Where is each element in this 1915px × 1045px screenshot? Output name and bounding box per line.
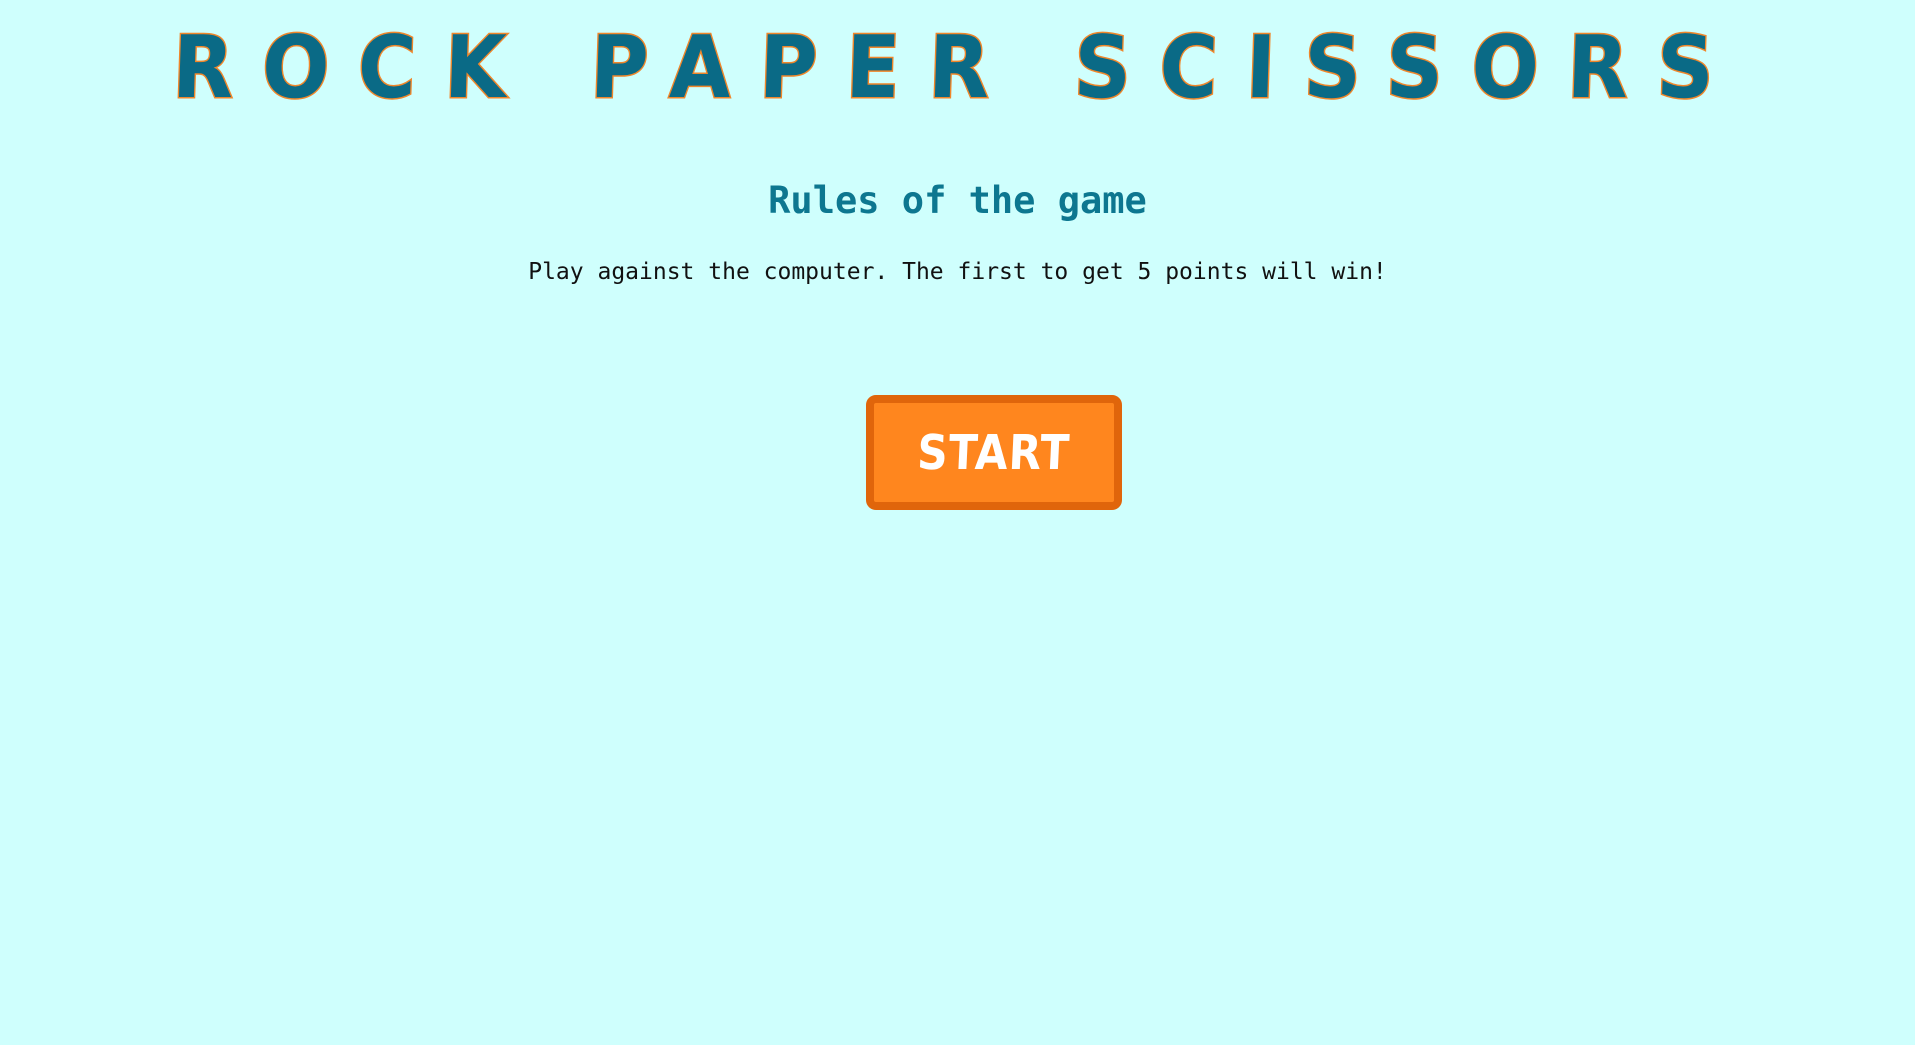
rules-heading: Rules of the game [768, 179, 1147, 222]
game-title: ROCK PAPER SCISSORS [170, 17, 1746, 120]
rules-description: Play against the computer. The first to … [528, 259, 1387, 285]
start-button-label: START [916, 424, 1072, 481]
start-button[interactable]: START [866, 395, 1122, 510]
